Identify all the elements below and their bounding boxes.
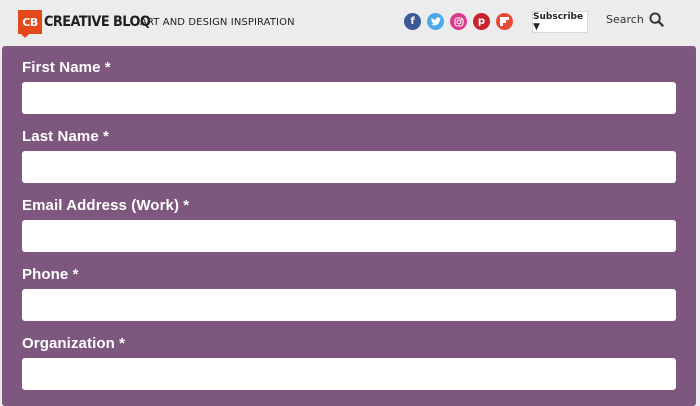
logo-wordmark: CREATIVE BLOQ bbox=[44, 14, 151, 30]
logo-badge: CB bbox=[18, 10, 42, 38]
email-field[interactable] bbox=[22, 220, 676, 252]
first-name-label: First Name * bbox=[22, 59, 111, 76]
flipboard-icon[interactable] bbox=[496, 13, 513, 30]
last-name-field[interactable] bbox=[22, 151, 676, 183]
phone-label: Phone * bbox=[22, 266, 79, 283]
first-name-field[interactable] bbox=[22, 82, 676, 114]
search-label: Search bbox=[606, 13, 644, 26]
email-label: Email Address (Work) * bbox=[22, 197, 190, 214]
phone-field[interactable] bbox=[22, 289, 676, 321]
social-links: f p bbox=[404, 13, 513, 30]
site-logo[interactable]: CB CREATIVE BLOQ bbox=[18, 9, 160, 38]
twitter-icon[interactable] bbox=[427, 13, 444, 30]
site-tagline: ART AND DESIGN INSPIRATION bbox=[140, 17, 295, 28]
search-button[interactable]: Search bbox=[606, 12, 664, 27]
pinterest-icon[interactable]: p bbox=[473, 13, 490, 30]
last-name-label: Last Name * bbox=[22, 128, 109, 145]
subscribe-dropdown[interactable]: Subscribe ▼ bbox=[532, 11, 588, 33]
instagram-icon[interactable] bbox=[450, 13, 467, 30]
organization-field[interactable] bbox=[22, 358, 676, 390]
facebook-icon[interactable]: f bbox=[404, 13, 421, 30]
site-header: CB CREATIVE BLOQ ART AND DESIGN INSPIRAT… bbox=[0, 0, 700, 44]
organization-label: Organization * bbox=[22, 335, 126, 352]
search-icon bbox=[649, 12, 664, 27]
registration-form: First Name * Last Name * Email Address (… bbox=[2, 46, 696, 406]
